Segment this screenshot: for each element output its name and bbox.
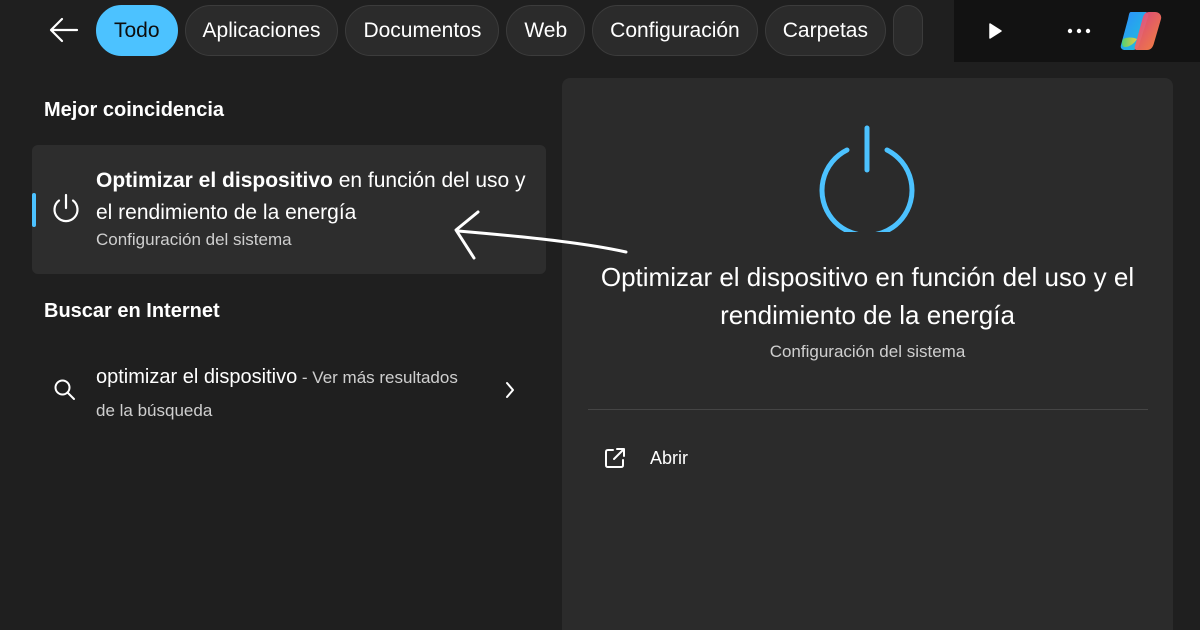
filter-chip-carpetas[interactable]: Carpetas [764, 5, 886, 56]
copilot-button[interactable] [1114, 7, 1168, 55]
filter-chip-web[interactable]: Web [506, 5, 586, 56]
selection-indicator [32, 193, 36, 227]
preview-subtitle: Configuración del sistema [769, 342, 966, 361]
web-search-heading: Buscar en Internet [44, 300, 220, 322]
arrow-left-icon [49, 17, 79, 43]
web-search-text: optimizar el dispositivo - Ver más resul… [96, 361, 476, 427]
open-label: Abrir [650, 447, 689, 468]
power-icon [53, 193, 79, 223]
play-icon [989, 23, 1002, 39]
open-external-icon [605, 448, 625, 468]
filter-chip-aplicaciones[interactable]: Aplicaciones [184, 5, 339, 56]
copilot-logo-icon [1120, 12, 1162, 50]
chevron-right-icon[interactable] [502, 379, 518, 401]
power-icon [819, 125, 915, 232]
search-window: Todo Aplicaciones Documentos Web Configu… [0, 0, 1200, 630]
preview-divider [588, 409, 1148, 410]
best-match-title-bold: Optimizar el dispositivo [96, 169, 333, 192]
filter-chip-documentos[interactable]: Documentos [345, 5, 500, 56]
filter-bar: Todo Aplicaciones Documentos Web Configu… [0, 0, 1200, 62]
filter-chips: Todo Aplicaciones Documentos Web Configu… [96, 5, 954, 56]
web-search-query: optimizar el dispositivo [96, 366, 298, 388]
open-button[interactable]: Abrir [602, 440, 762, 476]
back-button[interactable] [44, 12, 84, 48]
filter-chip-configuracion[interactable]: Configuración [592, 5, 758, 56]
scroll-filters-button[interactable] [978, 14, 1012, 48]
preview-title: Optimizar el dispositivo en función del … [600, 262, 1135, 330]
web-search-result[interactable]: optimizar el dispositivo - Ver más resul… [32, 355, 546, 433]
filter-chip-todo[interactable]: Todo [96, 5, 178, 56]
best-match-heading: Mejor coincidencia [44, 99, 225, 121]
search-icon [54, 379, 75, 400]
filter-chip-overflow[interactable] [892, 5, 923, 56]
best-match-subtitle: Configuración del sistema [96, 230, 292, 249]
more-horizontal-icon [1067, 28, 1091, 34]
annotation-arrow [454, 210, 628, 260]
more-options-button[interactable] [1060, 14, 1098, 48]
preview-panel: Optimizar el dispositivo en función del … [562, 78, 1173, 630]
